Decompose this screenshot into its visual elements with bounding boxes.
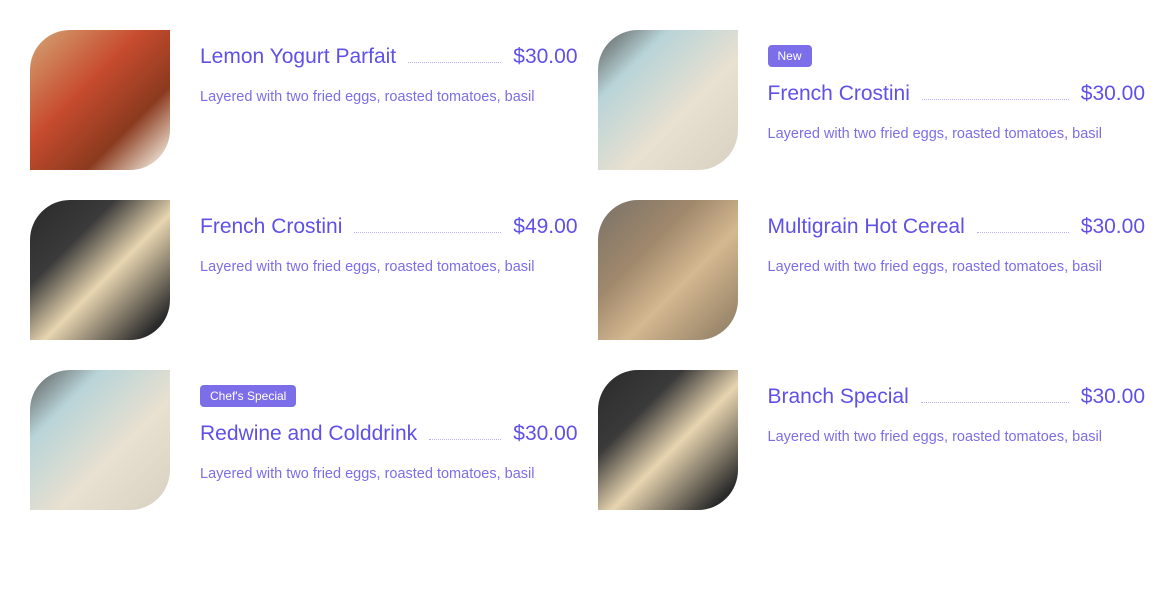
menu-badge-special: Chef's Special (200, 385, 296, 407)
food-image (30, 200, 170, 340)
menu-item[interactable]: Chef's Special Redwine and Colddrink $30… (30, 370, 578, 510)
food-image (598, 370, 738, 510)
menu-item-price: $30.00 (513, 45, 577, 69)
menu-badge-new: New (768, 45, 812, 67)
menu-item-title: French Crostini (200, 215, 342, 239)
menu-item-content: Branch Special $30.00 Layered with two f… (768, 370, 1146, 450)
food-image (598, 200, 738, 340)
menu-item-title: Redwine and Colddrink (200, 422, 417, 446)
menu-item-title: French Crostini (768, 82, 910, 106)
menu-item[interactable]: Multigrain Hot Cereal $30.00 Layered wit… (598, 200, 1146, 340)
menu-item-price: $30.00 (1081, 385, 1145, 409)
title-row: Multigrain Hot Cereal $30.00 (768, 215, 1146, 239)
menu-grid: Lemon Yogurt Parfait $30.00 Layered with… (30, 30, 1145, 510)
title-divider (922, 99, 1069, 100)
menu-item-title: Multigrain Hot Cereal (768, 215, 965, 239)
menu-item[interactable]: Branch Special $30.00 Layered with two f… (598, 370, 1146, 510)
menu-item[interactable]: French Crostini $49.00 Layered with two … (30, 200, 578, 340)
menu-item[interactable]: New French Crostini $30.00 Layered with … (598, 30, 1146, 170)
menu-item-content: Lemon Yogurt Parfait $30.00 Layered with… (200, 30, 578, 110)
title-row: Lemon Yogurt Parfait $30.00 (200, 45, 578, 69)
menu-item-content: French Crostini $49.00 Layered with two … (200, 200, 578, 280)
title-row: Redwine and Colddrink $30.00 (200, 422, 578, 446)
menu-item-description: Layered with two fried eggs, roasted tom… (768, 122, 1146, 147)
title-row: French Crostini $49.00 (200, 215, 578, 239)
menu-item-price: $30.00 (1081, 82, 1145, 106)
menu-item-price: $30.00 (513, 422, 577, 446)
title-divider (354, 232, 501, 233)
title-row: French Crostini $30.00 (768, 82, 1146, 106)
menu-item-price: $30.00 (1081, 215, 1145, 239)
menu-item-description: Layered with two fried eggs, roasted tom… (200, 255, 578, 280)
food-image (598, 30, 738, 170)
menu-item-content: Chef's Special Redwine and Colddrink $30… (200, 370, 578, 487)
title-row: Branch Special $30.00 (768, 385, 1146, 409)
menu-item-title: Branch Special (768, 385, 909, 409)
menu-item-content: Multigrain Hot Cereal $30.00 Layered wit… (768, 200, 1146, 280)
title-divider (921, 402, 1069, 403)
food-image (30, 370, 170, 510)
menu-item-description: Layered with two fried eggs, roasted tom… (200, 462, 578, 487)
menu-item-content: New French Crostini $30.00 Layered with … (768, 30, 1146, 147)
menu-item-description: Layered with two fried eggs, roasted tom… (200, 85, 578, 110)
food-image (30, 30, 170, 170)
menu-item-title: Lemon Yogurt Parfait (200, 45, 396, 69)
menu-item-price: $49.00 (513, 215, 577, 239)
title-divider (429, 439, 501, 440)
title-divider (408, 62, 501, 63)
menu-item-description: Layered with two fried eggs, roasted tom… (768, 255, 1146, 280)
menu-item[interactable]: Lemon Yogurt Parfait $30.00 Layered with… (30, 30, 578, 170)
title-divider (977, 232, 1069, 233)
menu-item-description: Layered with two fried eggs, roasted tom… (768, 425, 1146, 450)
